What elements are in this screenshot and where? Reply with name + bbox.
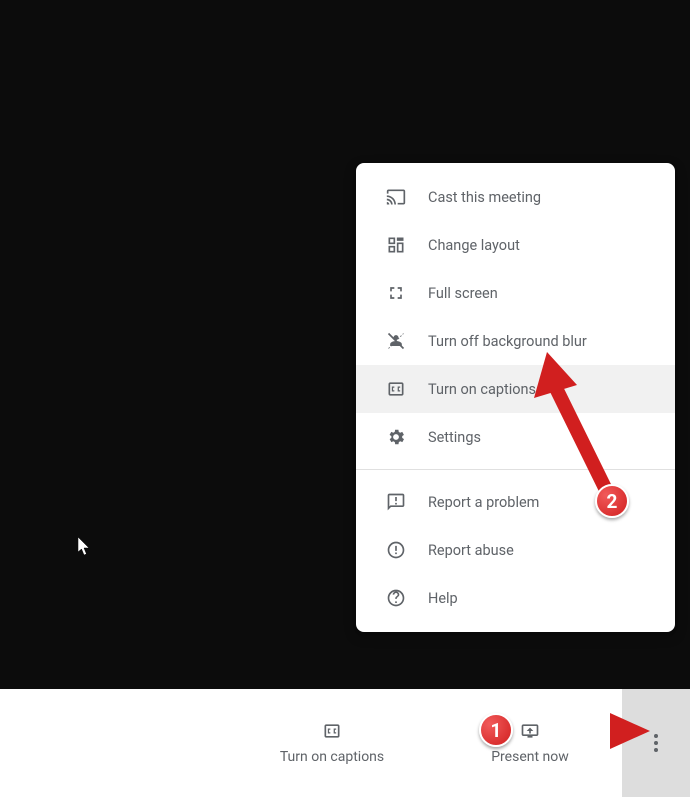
blur-icon [386,331,406,351]
menu-item-help[interactable]: Help [356,574,675,622]
menu-item-label: Cast this meeting [428,189,541,206]
menu-item-label: Report abuse [428,542,514,559]
settings-icon [386,427,406,447]
warning-icon [386,540,406,560]
layout-icon [386,235,406,255]
menu-item-settings[interactable]: Settings [356,413,675,461]
more-vert-icon [654,734,658,752]
present-label: Present now [491,749,569,765]
menu-item-report-problem[interactable]: Report a problem [356,478,675,526]
menu-item-label: Settings [428,429,481,446]
feedback-icon [386,492,406,512]
present-button[interactable]: Present now [460,721,600,765]
present-icon [520,721,540,741]
menu-item-background-blur[interactable]: Turn off background blur [356,317,675,365]
more-options-button[interactable] [622,689,690,797]
captions-button[interactable]: Turn on captions [262,721,402,765]
mouse-cursor-icon [78,537,92,557]
menu-item-label: Turn off background blur [428,333,587,350]
captions-icon [322,721,342,741]
captions-icon [386,379,406,399]
menu-item-layout[interactable]: Change layout [356,221,675,269]
menu-item-label: Full screen [428,285,498,302]
menu-item-label: Report a problem [428,494,539,511]
cast-icon [386,187,406,207]
menu-item-report-abuse[interactable]: Report abuse [356,526,675,574]
more-options-menu: Cast this meeting Change layout Full scr… [356,163,675,632]
menu-item-cast[interactable]: Cast this meeting [356,173,675,221]
menu-item-captions[interactable]: Turn on captions [356,365,675,413]
help-icon [386,588,406,608]
fullscreen-icon [386,283,406,303]
captions-label: Turn on captions [280,749,384,765]
menu-item-label: Help [428,590,458,607]
menu-divider [356,469,675,470]
menu-item-label: Change layout [428,237,520,254]
menu-item-fullscreen[interactable]: Full screen [356,269,675,317]
bottom-bar: Turn on captions Present now [0,689,690,797]
menu-item-label: Turn on captions [428,381,536,398]
